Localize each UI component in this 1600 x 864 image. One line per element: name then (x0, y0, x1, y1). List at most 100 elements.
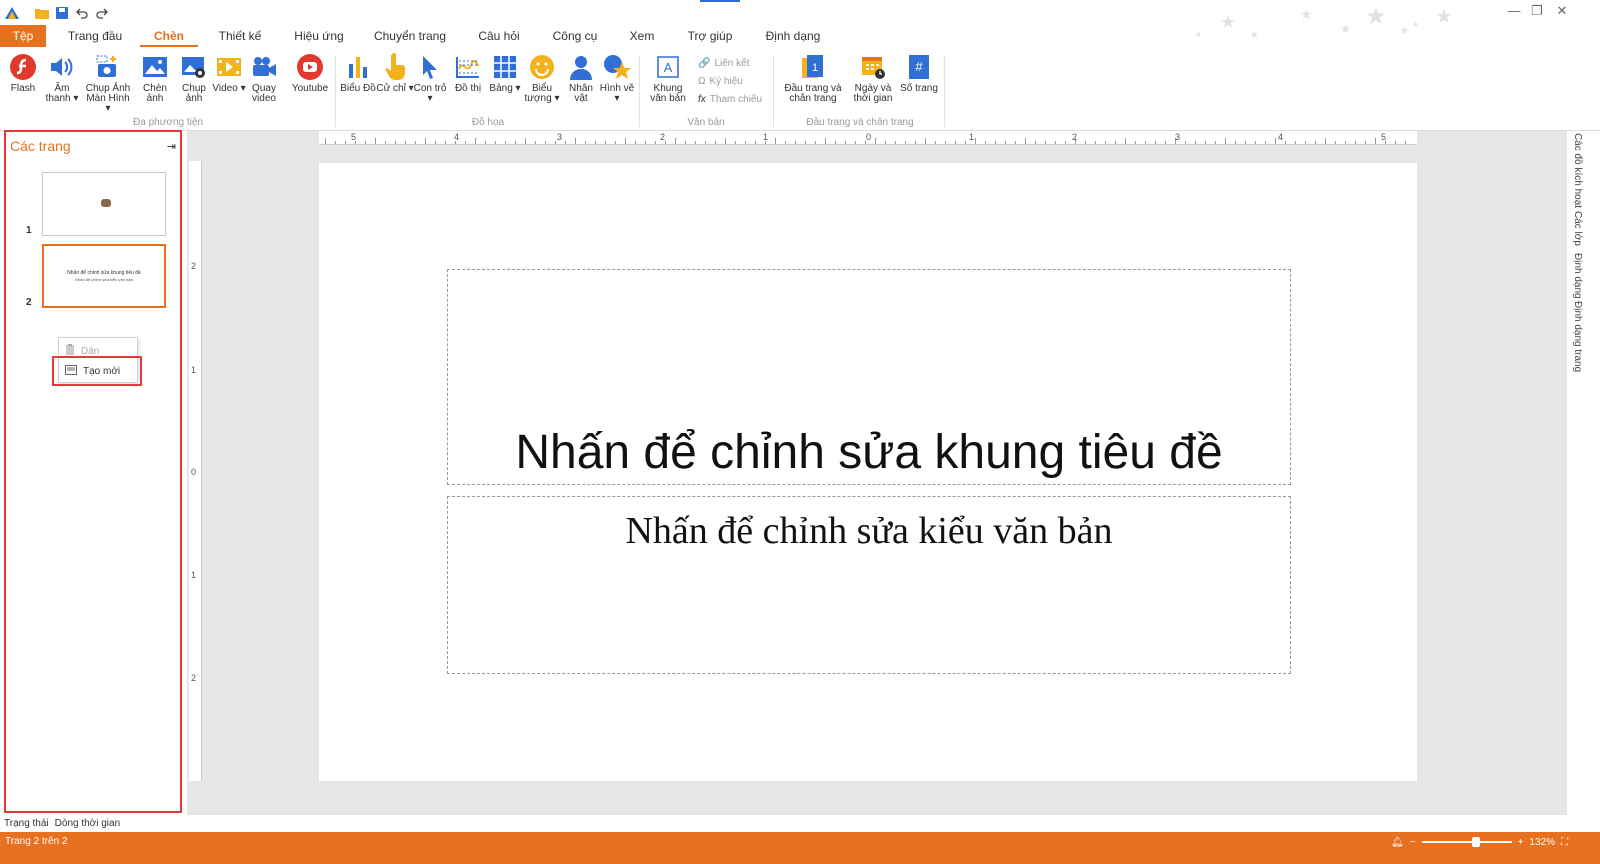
app-logo-icon[interactable] (2, 4, 22, 22)
graph-icon (454, 53, 482, 81)
chart-button[interactable]: Biểu Đồ (339, 53, 377, 94)
header-footer-label: Đầu trang và chân trang (784, 83, 842, 104)
app-window: ★ ★ ★ ★ ★ ★ ★ ★ ★ — ❐ ✕ Tệp Trang đầu Ch… (0, 0, 1600, 864)
tab-home[interactable]: Trang đầu (64, 25, 126, 47)
media-group-label: Đa phương tiện (133, 117, 203, 128)
slide-thumbnail-1[interactable] (42, 172, 166, 236)
close-button[interactable]: ✕ (1551, 2, 1573, 20)
header-footer-button[interactable]: 1 Đầu trang và chân trang (782, 53, 844, 104)
ruler-label: 2 (191, 673, 197, 683)
triggers-tab[interactable]: Các đồ kích hoạt (1572, 133, 1583, 208)
canvas-area[interactable]: 5 4 3 2 1 0 1 2 3 4 5 2 1 0 1 2 Nhấn để … (187, 131, 1567, 815)
screenshot-button[interactable]: Chụp Ảnh Màn Hình ▾ (84, 53, 132, 114)
flash-icon (9, 53, 37, 81)
page-format-tab[interactable]: Định dạng trang (1572, 301, 1583, 372)
title-placeholder[interactable]: Nhấn để chỉnh sửa khung tiêu đề (447, 269, 1291, 485)
fx-icon: fx (698, 93, 706, 105)
insert-image-button[interactable]: Chèn ảnh (136, 53, 174, 104)
tab-format[interactable]: Định dạng (762, 25, 824, 47)
datetime-label: Ngày và thời gian (853, 83, 893, 104)
ruler-label: 3 (1175, 132, 1181, 142)
zoom-slider[interactable] (1421, 837, 1512, 847)
textbox-button[interactable]: A Khung văn bản (646, 53, 690, 104)
redo-icon[interactable] (92, 4, 112, 22)
tab-questions[interactable]: Câu hỏi (472, 25, 526, 47)
timeline-tab[interactable]: Dòng thời gian (55, 818, 121, 829)
datetime-button[interactable]: Ngày và thời gian (850, 53, 896, 104)
link-icon: 🔗 (698, 57, 711, 69)
status-bar: Trang 2 trên 2 🔔︎ − + 132% ⛶ (0, 832, 1600, 864)
tab-help[interactable]: Trợ giúp (684, 25, 736, 47)
pages-panel: Các trang ⇥ 1 2 Nhấn để chỉnh sửa khung … (4, 130, 182, 813)
zoom-level: 132% (1529, 836, 1555, 848)
text-group-label: Văn bản (687, 117, 725, 128)
slide-thumbnail-2[interactable]: Nhấn để chỉnh sửa khung tiêu đề Nhấn để … (42, 244, 166, 308)
tab-effects[interactable]: Hiệu ứng (290, 25, 348, 47)
icon-button[interactable]: Biểu tượng ▾ (523, 53, 561, 104)
save-icon[interactable] (52, 4, 72, 22)
textbox-icon: A (654, 53, 682, 81)
ruler-label: 4 (454, 132, 460, 142)
bell-icon[interactable]: 🔔︎ (1391, 837, 1404, 848)
ruler-label: 0 (191, 467, 197, 477)
pin-icon[interactable]: ⇥ (167, 140, 176, 153)
audio-button[interactable]: Âm thanh ▾ (43, 53, 81, 104)
svg-text:A: A (664, 60, 673, 75)
minimize-button[interactable]: — (1503, 2, 1525, 20)
smiley-icon (528, 53, 556, 81)
undo-icon[interactable] (72, 4, 92, 22)
group-separator (639, 55, 640, 127)
slide-subtitle: Nhấn để chỉnh sửa kiểu văn bản (625, 510, 1113, 552)
ruler-label: 3 (557, 132, 563, 142)
page-number-button[interactable]: # Số trang (900, 53, 938, 94)
capture-image-button[interactable]: Chụp ảnh (175, 53, 213, 104)
zoom-out-button[interactable]: − (1410, 837, 1416, 848)
restore-button[interactable]: ❐ (1526, 2, 1548, 20)
youtube-label: Youtube (291, 83, 329, 94)
group-separator (335, 55, 336, 127)
status-tab[interactable]: Trạng thái (4, 818, 49, 829)
ruler-label: 5 (1381, 132, 1387, 142)
gesture-button[interactable]: Cử chỉ ▾ (376, 53, 414, 94)
open-folder-icon[interactable] (32, 4, 52, 22)
symbol-button[interactable]: Ω Ký hiệu (698, 73, 743, 89)
image-icon (141, 53, 169, 81)
tab-file[interactable]: Tệp (0, 25, 46, 47)
record-video-button[interactable]: Quay video (245, 53, 283, 104)
person-icon (567, 53, 595, 81)
zoom-slider-thumb[interactable] (1472, 837, 1481, 847)
ruler-label: 0 (866, 132, 872, 142)
graph-label: Đồ thị (454, 83, 482, 94)
bar-chart-icon (344, 53, 372, 81)
title-accent-line (700, 0, 740, 2)
ruler-label: 2 (660, 132, 666, 142)
format-tab[interactable]: Định dạng (1572, 253, 1583, 299)
layers-tab[interactable]: Các lớp (1572, 211, 1583, 246)
video-button[interactable]: Video ▾ (210, 53, 248, 94)
table-button[interactable]: Bảng ▾ (486, 53, 524, 94)
headerfooter-group-label: Đầu trang và chân trang (806, 117, 914, 128)
shape-button[interactable]: Hình vẽ ▾ (598, 53, 636, 104)
shape-label: Hình vẽ ▾ (599, 83, 635, 104)
tab-tools[interactable]: Công cụ (548, 25, 602, 47)
tab-design[interactable]: Thiết kế (212, 25, 268, 47)
subtitle-placeholder[interactable]: Nhấn để chỉnh sửa kiểu văn bản (447, 496, 1291, 674)
slide-canvas[interactable]: Nhấn để chỉnh sửa khung tiêu đề Nhấn để … (319, 163, 1417, 781)
zoom-in-button[interactable]: + (1518, 837, 1524, 848)
tab-view[interactable]: Xem (624, 25, 660, 47)
link-button[interactable]: 🔗 Liên kết (698, 55, 749, 71)
film-icon (215, 53, 243, 81)
pointer-button[interactable]: Con trỏ ▾ (411, 53, 449, 104)
ruler-label: 5 (351, 132, 357, 142)
flash-button[interactable]: Flash (4, 53, 42, 94)
video-label: Video ▾ (212, 83, 246, 94)
highlight-box (52, 356, 142, 386)
graph-button[interactable]: Đồ thị (449, 53, 487, 94)
character-button[interactable]: Nhân vật (562, 53, 600, 104)
reference-button[interactable]: fx Tham chiếu (698, 91, 762, 107)
tab-transitions[interactable]: Chuyển trang (372, 25, 448, 47)
tab-insert[interactable]: Chèn (140, 25, 198, 47)
fit-to-window-icon[interactable]: ⛶ (1561, 837, 1568, 848)
youtube-button[interactable]: Youtube (288, 53, 332, 94)
header-footer-icon: 1 (799, 53, 827, 81)
